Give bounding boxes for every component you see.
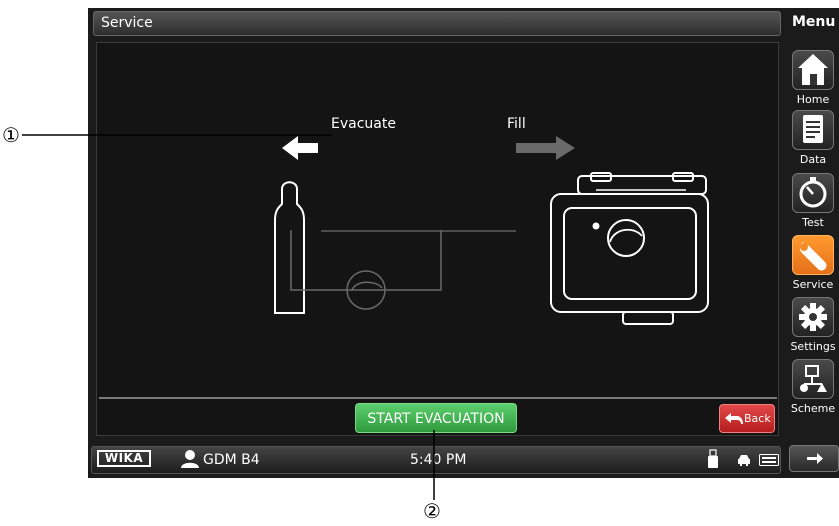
menu-label-settings: Settings [790, 340, 836, 353]
fill-arrow-icon [516, 136, 575, 160]
callout-two: ② [423, 499, 441, 523]
menu-label-scheme: Scheme [790, 402, 836, 415]
menu-label-data: Data [799, 153, 827, 166]
user-name: GDM B4 [203, 452, 260, 468]
back-button-label: Back [744, 412, 771, 425]
pump-circuit [290, 230, 442, 310]
scheme-icon [800, 365, 827, 392]
keyboard-icon [759, 454, 779, 466]
menu-item-service[interactable]: Service [787, 235, 839, 295]
content-separator [99, 397, 777, 399]
callout-one: ① [2, 123, 20, 147]
gear-icon [799, 303, 827, 331]
vehicle-icon [738, 455, 750, 466]
hose-line [321, 225, 596, 232]
menu-label-home: Home [796, 93, 830, 106]
menu-item-scheme[interactable]: Scheme [787, 359, 839, 419]
home-icon [798, 54, 828, 85]
menu-item-data[interactable]: Data [787, 110, 839, 170]
wrench-icon [799, 242, 827, 271]
callout-two-leader [433, 430, 435, 500]
menu-item-test[interactable]: Test [787, 173, 839, 233]
menu-item-settings[interactable]: Settings [787, 297, 839, 357]
menu-next-button[interactable] [789, 445, 839, 472]
back-arrow-icon [725, 413, 743, 424]
page-title: Service [101, 15, 153, 31]
menu-label-test: Test [802, 216, 824, 229]
service-schematic [274, 136, 709, 325]
menu-title: Menu [792, 14, 836, 30]
callout-one-leader [22, 134, 332, 136]
usb-icon [708, 449, 718, 468]
arrow-right-icon [807, 453, 823, 464]
menu-item-home[interactable]: Home [787, 50, 839, 110]
notepad-icon [803, 115, 823, 143]
user-icon [181, 450, 199, 468]
gauge-icon [799, 177, 827, 208]
gas-cylinder-icon [274, 181, 305, 314]
menu-label-service: Service [792, 278, 834, 291]
title-bar: Service [93, 11, 781, 36]
instrument-case-icon [550, 172, 709, 325]
wika-logo: WIKA [97, 450, 151, 467]
start-evacuation-button[interactable]: START EVACUATION [355, 403, 517, 433]
back-button[interactable]: Back [719, 404, 775, 433]
